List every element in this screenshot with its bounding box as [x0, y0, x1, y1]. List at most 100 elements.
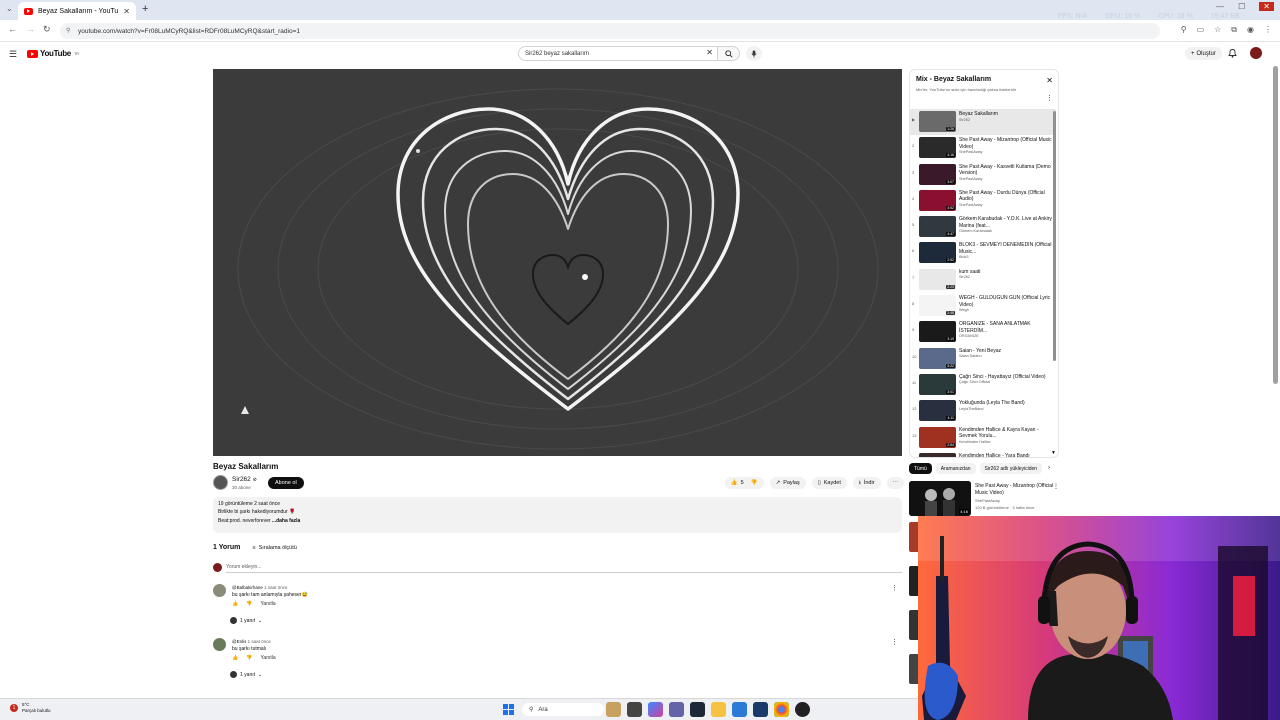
thumbs-down-icon[interactable]: 👎 [751, 480, 758, 486]
browser-menu-icon[interactable]: ⋮ [1264, 25, 1272, 35]
account-avatar[interactable] [1250, 47, 1262, 59]
like-dislike-button[interactable]: 👍 5 👎 [724, 477, 764, 489]
bookmark-star-icon[interactable]: ☆ [1214, 25, 1221, 35]
teams-icon[interactable] [669, 702, 684, 717]
browser-tab[interactable]: Beyaz Sakallarım - YouTube ✕ [18, 2, 136, 20]
notifications-bell-icon[interactable] [1228, 48, 1237, 58]
steam-icon[interactable] [690, 702, 705, 717]
share-button[interactable]: ↗ Paylaş [769, 477, 806, 489]
playlist-item[interactable]: 11 3:01 Çağrı Sinci - Hayattayız (Official… [910, 372, 1056, 398]
search-button[interactable] [718, 46, 740, 61]
comment-dislike-icon[interactable]: 👎 [246, 601, 252, 607]
add-comment-input[interactable]: Yorum ekleyin... [226, 564, 902, 573]
chip-from-search[interactable]: Aramanızdan [935, 463, 976, 474]
obs-icon[interactable] [795, 702, 810, 717]
chip-all[interactable]: Tümü [909, 463, 932, 474]
comment-menu-icon[interactable]: ⋮ [891, 584, 898, 592]
clear-search-icon[interactable]: ✕ [706, 48, 713, 57]
thumbs-up-icon[interactable]: 👍 [731, 480, 738, 486]
playlist-item[interactable]: 12 4:11 Yokluğunda (Leyla The Band) LeylaTh… [910, 398, 1056, 424]
comment-user[interactable]: @Balbakirhane [232, 585, 263, 590]
desktop-app-icon[interactable] [627, 702, 642, 717]
site-info-icon[interactable]: ⚲ [66, 27, 70, 34]
recommended-menu-icon[interactable]: ⋮ [1053, 483, 1059, 490]
recommended-video[interactable]: 4:16 She Past Away - Mizantrop (Official… [909, 481, 1059, 516]
window-close-icon[interactable]: ✕ [1259, 2, 1274, 11]
commenter-avatar[interactable] [213, 638, 226, 651]
playlist-thumbnail[interactable]: 4:52 [919, 189, 956, 211]
commenter-avatar[interactable] [213, 584, 226, 597]
chip-from-uploader[interactable]: Sir262 adlı yükleyiciden [979, 463, 1043, 474]
playlist-item[interactable]: ▶ 1:26 Beyaz Sakallarım Sir262 [910, 109, 1056, 136]
voice-search-button[interactable] [746, 46, 762, 61]
back-arrow-icon[interactable]: ← [8, 24, 17, 34]
profile-icon[interactable]: ◉ [1247, 25, 1254, 35]
playlist-item[interactable]: 6 2:52 BLOK3 - SEVMEYİ DENEMEDİN (Official… [910, 240, 1056, 266]
playlist-thumbnail[interactable]: 1:26 [919, 111, 956, 132]
copilot-icon[interactable] [648, 702, 663, 717]
chrome-icon[interactable] [774, 702, 789, 717]
search-input[interactable]: Sir262 beyaz sakallarım ✕ [518, 46, 718, 61]
save-button[interactable]: ▯ Kaydet [811, 477, 847, 489]
url-field[interactable]: ⚲ youtube.com/watch?v=Fr08LuMCyRQ&list=R… [60, 23, 1160, 39]
minimize-icon[interactable]: — [1216, 2, 1224, 11]
forward-arrow-icon[interactable]: → [26, 24, 35, 34]
playlist-item[interactable]: 7 2:23 kum saati Sir262 [910, 267, 1056, 293]
reload-icon[interactable]: ↻ [43, 24, 51, 35]
subscribe-button[interactable]: Abone ol [268, 477, 304, 489]
playlist-thumbnail[interactable]: 2:52 [919, 242, 956, 264]
playlist-thumbnail[interactable]: 3:19 [919, 321, 956, 343]
comment-reply-button[interactable]: Yanıtla [260, 655, 275, 661]
comment-dislike-icon[interactable]: 👎 [246, 655, 252, 661]
playlist-item[interactable]: 13 2:54 Kendimden Hallice & Kayra Kayan - … [910, 425, 1056, 451]
youtube-logo[interactable]: YouTube TR [27, 49, 79, 58]
comment-like-icon[interactable]: 👍 [232, 601, 238, 607]
file-explorer-icon[interactable] [711, 702, 726, 717]
scroll-down-icon[interactable]: ▼ [1051, 450, 1056, 456]
playlist-thumbnail[interactable]: 2:23 [919, 268, 956, 290]
comment-reply-button[interactable]: Yanıtla [260, 601, 275, 607]
playlist-scrollbar[interactable] [1053, 111, 1056, 361]
channel-name[interactable]: Sir262 ⊘ [232, 476, 257, 483]
playlist-thumbnail[interactable]: 3:07 [919, 163, 956, 185]
maximize-icon[interactable]: ☐ [1238, 2, 1245, 11]
playlist-item[interactable]: 5 4:47 Görkem Karabudak - Y.O.K. Live at A… [910, 214, 1056, 240]
show-more-link[interactable]: ...daha fazla [272, 518, 300, 524]
view-replies-button[interactable]: 1 yanıt ⌄ [230, 671, 262, 678]
playlist-thumbnail[interactable]: 2:48 [919, 295, 956, 317]
tab-close-icon[interactable]: ✕ [123, 7, 130, 16]
playlist-thumbnail[interactable]: 4:16 [919, 137, 956, 159]
playlist-thumbnail[interactable]: 3:01 [919, 373, 956, 395]
windows-start-icon[interactable] [503, 704, 514, 715]
screencast-icon[interactable]: ▭ [1197, 25, 1205, 35]
zoom-icon[interactable]: ⚲ [1181, 25, 1187, 35]
close-playlist-icon[interactable]: ✕ [1046, 76, 1053, 85]
store-icon[interactable] [732, 702, 747, 717]
video-player[interactable] [213, 69, 902, 456]
task-view-icon[interactable] [606, 702, 621, 717]
chevron-right-icon[interactable]: › [1048, 465, 1050, 471]
download-button[interactable]: ⭳ İndir [852, 477, 881, 489]
playlist-thumbnail[interactable]: 3:10 [919, 452, 956, 457]
extensions-icon[interactable]: ⧉ [1231, 25, 1237, 35]
new-tab-icon[interactable]: + [142, 3, 148, 15]
playlist-item[interactable]: 4 4:52 She Past Away - Durdu Dünya (Offici… [910, 188, 1056, 214]
create-button[interactable]: + Oluştur [1185, 47, 1222, 60]
recommended-thumbnail[interactable]: 4:16 [909, 481, 971, 516]
more-actions-button[interactable]: ⋯ [886, 477, 904, 489]
playlist-item[interactable]: 10 3:22 Saian - Yeni Beyaz Saian Saiahu [910, 346, 1056, 372]
page-scrollbar[interactable] [1273, 66, 1278, 384]
taskbar-search[interactable]: ⚲ Ara [522, 703, 604, 716]
description-box[interactable]: 19 görüntüleme 2 saat önce Birlikte bi ş… [213, 497, 902, 533]
sort-comments-button[interactable]: ≡ Sıralama ölçütü [252, 545, 296, 551]
playlist-item[interactable]: 2 4:16 She Past Away - Mizantrop (Official… [910, 135, 1056, 161]
playlist-thumbnail[interactable]: 4:47 [919, 216, 956, 238]
app-icon[interactable] [753, 702, 768, 717]
comment-like-icon[interactable]: 👍 [232, 655, 238, 661]
playlist-item[interactable]: 9 3:19 ORGANİZE - SANA ANLATMAK İSTERDİM..… [910, 319, 1056, 345]
playlist-thumbnail[interactable]: 4:11 [919, 400, 956, 422]
hamburger-menu-icon[interactable]: ☰ [9, 49, 17, 60]
channel-avatar[interactable] [213, 475, 228, 490]
playlist-item[interactable]: 3 3:07 She Past Away - Kasvetli Kutlama (D… [910, 162, 1056, 188]
comment-menu-icon[interactable]: ⋮ [891, 638, 898, 646]
